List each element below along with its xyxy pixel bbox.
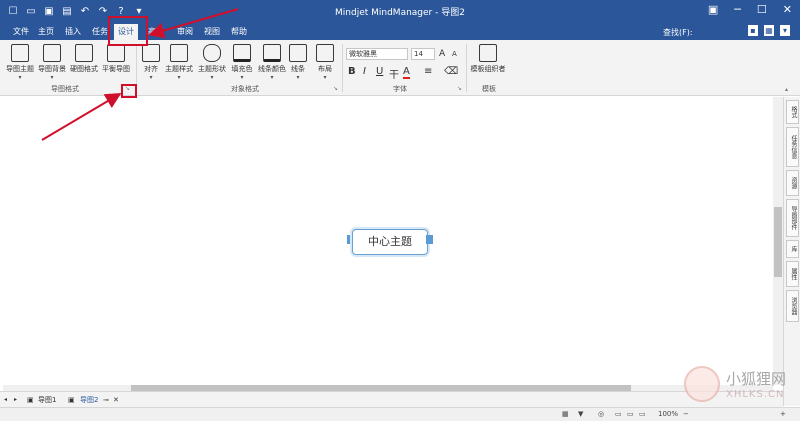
annotation-arrow: [148, 8, 239, 39]
annotation-arrows: [41, 8, 239, 141]
annotation-arrow: [41, 92, 122, 141]
